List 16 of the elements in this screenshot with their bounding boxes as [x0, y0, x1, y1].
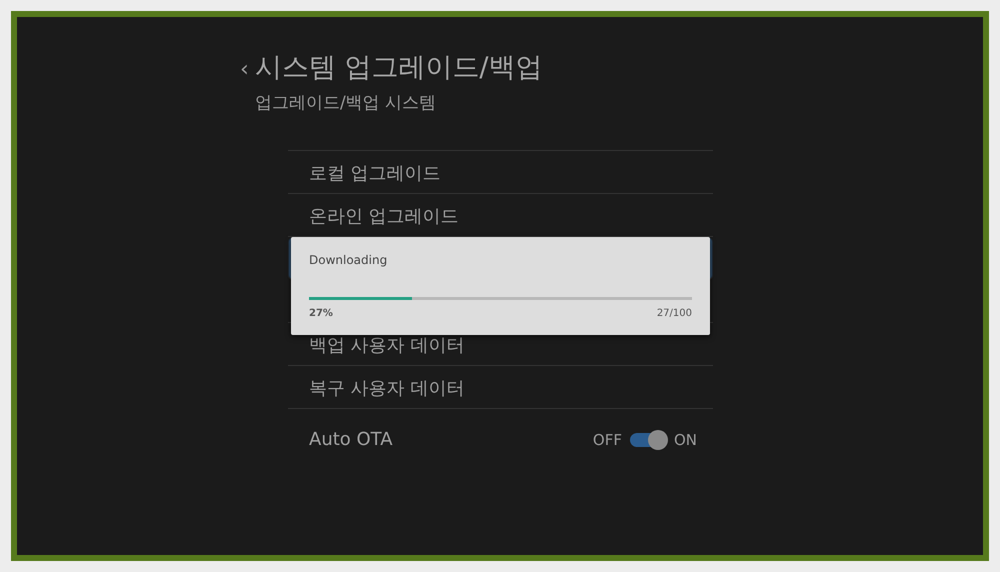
- progress-count: 27/100: [656, 308, 692, 319]
- dialog-title: Downloading: [309, 253, 388, 267]
- off-label: OFF: [592, 430, 622, 448]
- page-subtitle: 업그레이드/백업 시스템: [255, 92, 438, 114]
- menu-item-label: 복구 사용자 데이터: [309, 377, 464, 399]
- back-button[interactable]: ‹: [240, 57, 249, 82]
- menu-item-label: 온라인 업그레이드: [309, 205, 459, 227]
- menu-item[interactable]: 로컬 업그레이드: [288, 151, 713, 194]
- page-title: 시스템 업그레이드/백업: [254, 51, 542, 85]
- progress-percent: 27%: [309, 308, 333, 319]
- menu-item[interactable]: 복구 사용자 데이터: [288, 366, 713, 409]
- auto-ota-toggle[interactable]: [630, 432, 666, 446]
- on-label: ON: [674, 430, 697, 448]
- auto-ota-label: Auto OTA: [309, 429, 393, 450]
- menu-item-label: 백업 사용자 데이터: [309, 334, 464, 356]
- menu-item-label: 로컬 업그레이드: [309, 162, 441, 184]
